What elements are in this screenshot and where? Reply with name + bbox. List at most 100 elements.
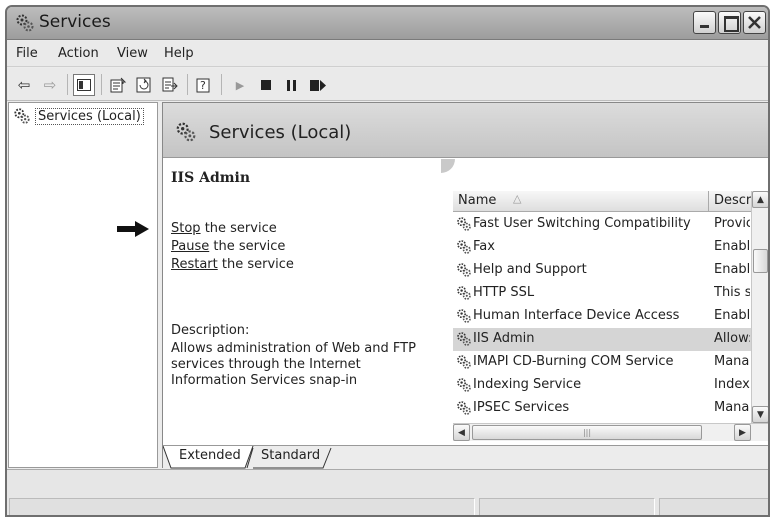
service-description-cell: Enabl [714, 308, 750, 323]
pause-service-link[interactable]: Pause [171, 239, 209, 254]
service-description-cell: This s [714, 285, 750, 300]
horizontal-scroll-thumb[interactable]: ||| [472, 425, 702, 440]
pause-service-icon[interactable] [281, 74, 303, 96]
sort-ascending-icon: △ [513, 192, 522, 205]
close-button[interactable] [743, 11, 766, 34]
service-details: IIS Admin Stop the service Pause the ser… [117, 159, 443, 467]
menu-view[interactable]: View [117, 46, 148, 61]
toolbar-separator [101, 74, 102, 95]
service-gears-icon [456, 400, 472, 420]
status-cell [479, 498, 655, 515]
arrow-right-icon [117, 221, 149, 237]
close-icon [748, 16, 761, 29]
restart-service-action: Restart the service [171, 257, 294, 272]
description-text: Allows administration of Web and FTP ser… [171, 341, 416, 388]
services-pane: Services (Local) IIS Admin Stop the serv… [117, 102, 768, 469]
table-row[interactable]: Fast User Switching Compatibility Provic [453, 213, 751, 236]
minimize-button[interactable] [693, 11, 716, 34]
table-row[interactable]: Indexing Service Index [453, 374, 751, 397]
service-name-cell: Help and Support [473, 262, 587, 277]
service-name: IIS Admin [171, 170, 251, 186]
column-header-name[interactable]: Name [458, 193, 496, 208]
service-description-cell: Allow: [714, 331, 750, 346]
status-cell [9, 498, 475, 515]
view-tabs: Extended Standard [163, 445, 768, 469]
service-name-cell: IPSEC Services [473, 400, 570, 415]
tab-extended[interactable]: Extended [179, 448, 241, 463]
service-description-cell: Enabl [714, 239, 750, 254]
service-gears-icon [456, 239, 472, 259]
menu-help[interactable]: Help [164, 46, 194, 61]
service-gears-icon [456, 354, 472, 374]
svg-text:?: ? [200, 79, 206, 92]
menu-bar: File Action View Help [7, 41, 768, 67]
start-service-icon[interactable]: ▶ [229, 74, 251, 96]
column-divider[interactable] [708, 191, 709, 212]
service-gears-icon [456, 285, 472, 305]
gears-icon [14, 108, 30, 124]
title-bar[interactable]: Services [7, 7, 768, 40]
service-name-cell: Fax [473, 239, 495, 254]
scroll-right-button[interactable]: ▶ [734, 424, 751, 441]
service-description-cell: Mana [714, 354, 750, 369]
export-list-icon[interactable] [159, 74, 181, 96]
stop-service-action: Stop the service [171, 221, 277, 236]
restart-service-link[interactable]: Restart [171, 257, 218, 272]
service-gears-icon [456, 308, 472, 328]
table-row[interactable]: Fax Enabl [453, 236, 751, 259]
pane-banner: Services (Local) [163, 103, 768, 158]
toolbar: ⇦ ⇨ ? ▶ [7, 68, 768, 101]
list-rows: Fast User Switching Compatibility Provic F… [453, 213, 751, 425]
restart-service-icon[interactable] [307, 74, 329, 96]
help-icon[interactable]: ? [193, 74, 215, 96]
horizontal-scrollbar[interactable]: ◀ ||| ▶ [453, 423, 768, 441]
forward-arrow-icon[interactable]: ⇨ [39, 74, 61, 96]
services-window: Services File Action View Help ⇦ ⇨ ? ▶ S… [5, 5, 770, 517]
scroll-up-button[interactable]: ▲ [752, 191, 768, 208]
column-header-description[interactable]: Descr [714, 193, 751, 208]
service-description-cell: Mana [714, 400, 750, 415]
table-row[interactable]: Help and Support Enabl [453, 259, 751, 282]
maximize-button[interactable] [718, 11, 741, 34]
stop-service-icon[interactable] [255, 74, 277, 96]
status-cell [659, 498, 768, 515]
service-gears-icon [456, 216, 472, 236]
tree-item-label: Services (Local) [35, 107, 144, 125]
scroll-down-button[interactable]: ▼ [752, 406, 768, 423]
toolbar-separator [187, 74, 188, 95]
tree-item-services-local[interactable]: Services (Local) [13, 107, 144, 125]
gears-icon [175, 121, 197, 147]
list-header: Name △ Descr [453, 191, 751, 212]
service-name-cell: Fast User Switching Compatibility [473, 216, 691, 231]
stop-service-link[interactable]: Stop [171, 221, 201, 236]
table-row[interactable]: IPSEC Services Mana [453, 397, 751, 420]
gears-icon [15, 13, 35, 37]
pane-title: Services (Local) [209, 122, 352, 143]
service-name-cell: IMAPI CD-Burning COM Service [473, 354, 674, 369]
service-name-cell: Human Interface Device Access [473, 308, 680, 323]
toolbar-separator [221, 74, 222, 95]
menu-file[interactable]: File [16, 46, 38, 61]
window-title: Services [39, 12, 111, 32]
scroll-left-button[interactable]: ◀ [453, 424, 470, 441]
properties-icon[interactable] [107, 74, 129, 96]
service-gears-icon [456, 377, 472, 397]
tab-standard[interactable]: Standard [261, 448, 320, 463]
console-content: Services (Local) Services (Local) IIS Ad… [7, 102, 768, 469]
service-description-cell: Index [714, 377, 750, 392]
table-row[interactable]: Human Interface Device Access Enabl [453, 305, 751, 328]
pause-service-action: Pause the service [171, 239, 286, 254]
service-name-cell: IIS Admin [473, 331, 535, 346]
vertical-scroll-thumb[interactable] [753, 249, 768, 273]
toolbar-separator [67, 74, 68, 95]
console-tree: Services (Local) [8, 102, 158, 468]
table-row[interactable]: HTTP SSL This s [453, 282, 751, 305]
description-label: Description: [171, 323, 250, 338]
show-hide-tree-icon[interactable] [73, 74, 95, 96]
refresh-icon[interactable] [133, 74, 155, 96]
back-arrow-icon[interactable]: ⇦ [13, 74, 35, 96]
menu-action[interactable]: Action [58, 46, 99, 61]
table-row[interactable]: IIS Admin Allow: [453, 328, 751, 351]
vertical-scrollbar[interactable]: ▲ ▼ [751, 191, 768, 423]
table-row[interactable]: IMAPI CD-Burning COM Service Mana [453, 351, 751, 374]
